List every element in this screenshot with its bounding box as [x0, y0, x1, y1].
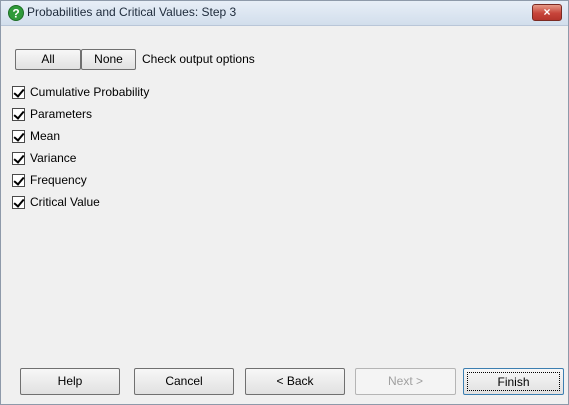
back-button[interactable]: < Back	[245, 368, 345, 395]
option-critical-value[interactable]: Critical Value	[11, 191, 149, 213]
checkbox[interactable]	[12, 173, 25, 187]
cancel-button[interactable]: Cancel	[134, 368, 234, 395]
dialog-window: ? Probabilities and Critical Values: Ste…	[0, 0, 569, 405]
help-question-icon: ?	[8, 5, 24, 21]
close-button[interactable]: ×	[532, 4, 562, 21]
checkbox[interactable]	[12, 85, 25, 99]
window-title: Probabilities and Critical Values: Step …	[27, 5, 237, 19]
help-button[interactable]: Help	[20, 368, 120, 395]
option-label: Mean	[30, 129, 61, 143]
option-parameters[interactable]: Parameters	[11, 103, 149, 125]
option-label: Critical Value	[30, 195, 100, 209]
checkbox[interactable]	[12, 107, 25, 121]
checkbox[interactable]	[12, 151, 25, 165]
next-button[interactable]: Next >	[355, 368, 456, 395]
option-frequency[interactable]: Frequency	[11, 169, 149, 191]
option-cumulative-probability[interactable]: Cumulative Probability	[11, 81, 149, 103]
checkbox[interactable]	[12, 129, 25, 143]
finish-button[interactable]: Finish	[463, 368, 564, 395]
finish-button-label: Finish	[467, 372, 560, 391]
option-label: Parameters	[30, 107, 93, 121]
title-bar: ? Probabilities and Critical Values: Ste…	[1, 1, 568, 26]
checkbox[interactable]	[12, 195, 25, 209]
option-label: Variance	[30, 151, 77, 165]
option-mean[interactable]: Mean	[11, 125, 149, 147]
select-all-button[interactable]: All	[15, 49, 81, 70]
svg-text:?: ?	[12, 7, 19, 21]
close-icon: ×	[543, 5, 551, 19]
option-label: Cumulative Probability	[30, 85, 150, 99]
instruction-label: Check output options	[142, 52, 255, 66]
option-variance[interactable]: Variance	[11, 147, 149, 169]
select-none-button[interactable]: None	[81, 49, 136, 70]
output-options-list: Cumulative Probability Parameters Mean V…	[11, 81, 149, 213]
option-label: Frequency	[30, 173, 87, 187]
